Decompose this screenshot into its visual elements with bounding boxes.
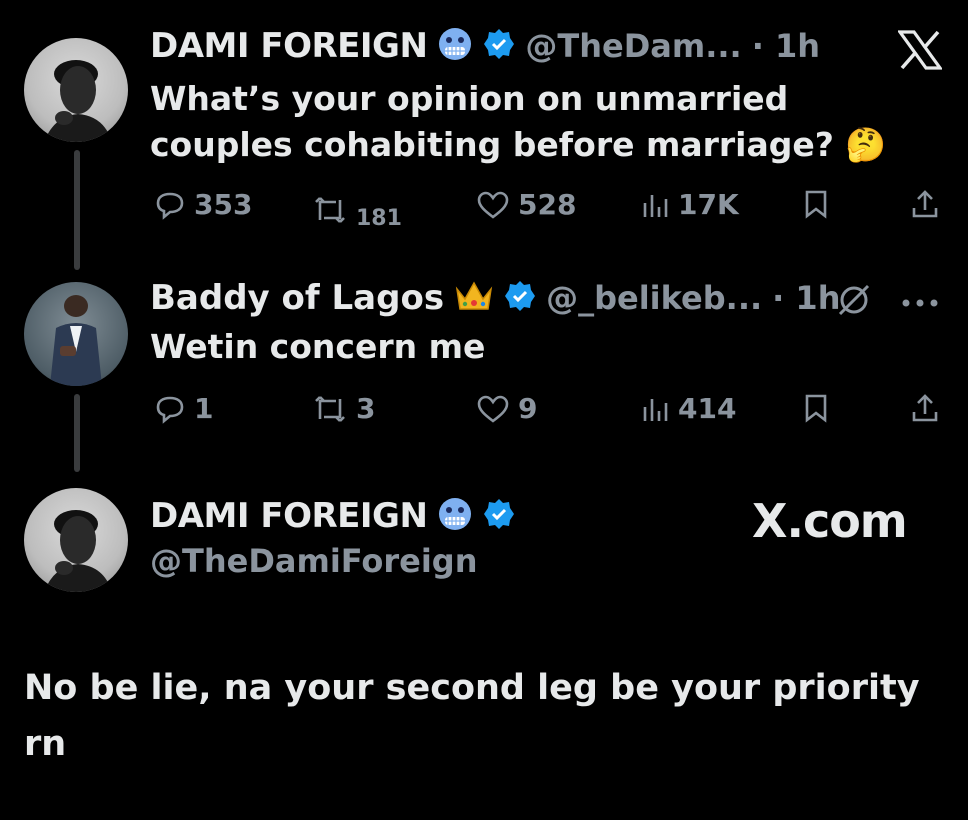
views-icon [643,398,668,421]
repost-count: 181 [356,206,402,231]
cold-face-emoji-icon [437,496,473,536]
tweet-text: Wetin concern me [150,327,486,366]
avatar[interactable] [24,38,128,142]
like-button[interactable]: 9 [476,392,537,425]
author-name[interactable]: DAMI FOREIGN [150,26,428,66]
verified-badge-icon [483,498,515,534]
heart-icon [477,395,509,423]
repost-button[interactable]: 3 [312,392,375,425]
author-handle[interactable]: @TheDamiForeign [150,542,477,580]
views-button[interactable]: 414 [640,392,736,425]
avatar[interactable] [24,488,128,592]
views-button[interactable]: 17K [640,188,739,221]
view-count: 414 [678,392,737,425]
repost-count: 3 [356,392,376,425]
reply-count: 353 [194,188,253,221]
bookmark-icon [805,394,827,423]
reply-button[interactable]: 353 [154,188,252,221]
author-name[interactable]: Baddy of Lagos [150,278,444,318]
like-count: 9 [518,392,538,425]
timestamp[interactable]: · 1h [772,279,840,317]
bookmark-icon [805,190,827,219]
reply-button[interactable]: 1 [154,392,213,425]
watermark: X.com [752,494,908,548]
reply-icon [156,192,184,220]
grok-icon[interactable] [834,282,874,322]
share-button[interactable] [910,392,940,424]
thread-line [74,150,80,270]
bookmark-button[interactable] [802,188,830,220]
x-logo-icon [896,30,944,74]
thread-line [74,394,80,472]
author-handle[interactable]: @_belikeb... [546,279,762,317]
reply-count: 1 [194,392,214,425]
view-count: 17K [678,188,739,221]
bookmark-button[interactable] [802,392,830,424]
avatar[interactable] [24,282,128,386]
timestamp[interactable]: · 1h [752,27,820,65]
like-count: 528 [518,188,577,221]
author-name[interactable]: DAMI FOREIGN [150,496,428,536]
thinking-emoji-icon: 🤔 [845,125,887,164]
more-options-icon[interactable] [900,294,940,313]
reply-icon [156,396,184,424]
repost-button[interactable]: 181 [312,188,402,231]
like-button[interactable]: 528 [476,188,576,221]
cold-face-emoji-icon [437,26,473,66]
repost-icon [315,196,345,223]
share-icon [912,394,938,422]
heart-icon [477,191,509,219]
main-tweet-text: No be lie, na your second leg be your pr… [24,668,920,764]
verified-badge-icon [504,280,536,316]
share-button[interactable] [910,188,940,220]
crown-emoji-icon [454,279,494,317]
repost-icon [315,395,345,422]
share-icon [912,190,938,218]
author-handle[interactable]: @TheDam... [525,27,741,65]
tweet-text: What’s your opinion on unmarried couples… [150,79,887,164]
views-icon [643,194,668,217]
verified-badge-icon [483,28,515,64]
